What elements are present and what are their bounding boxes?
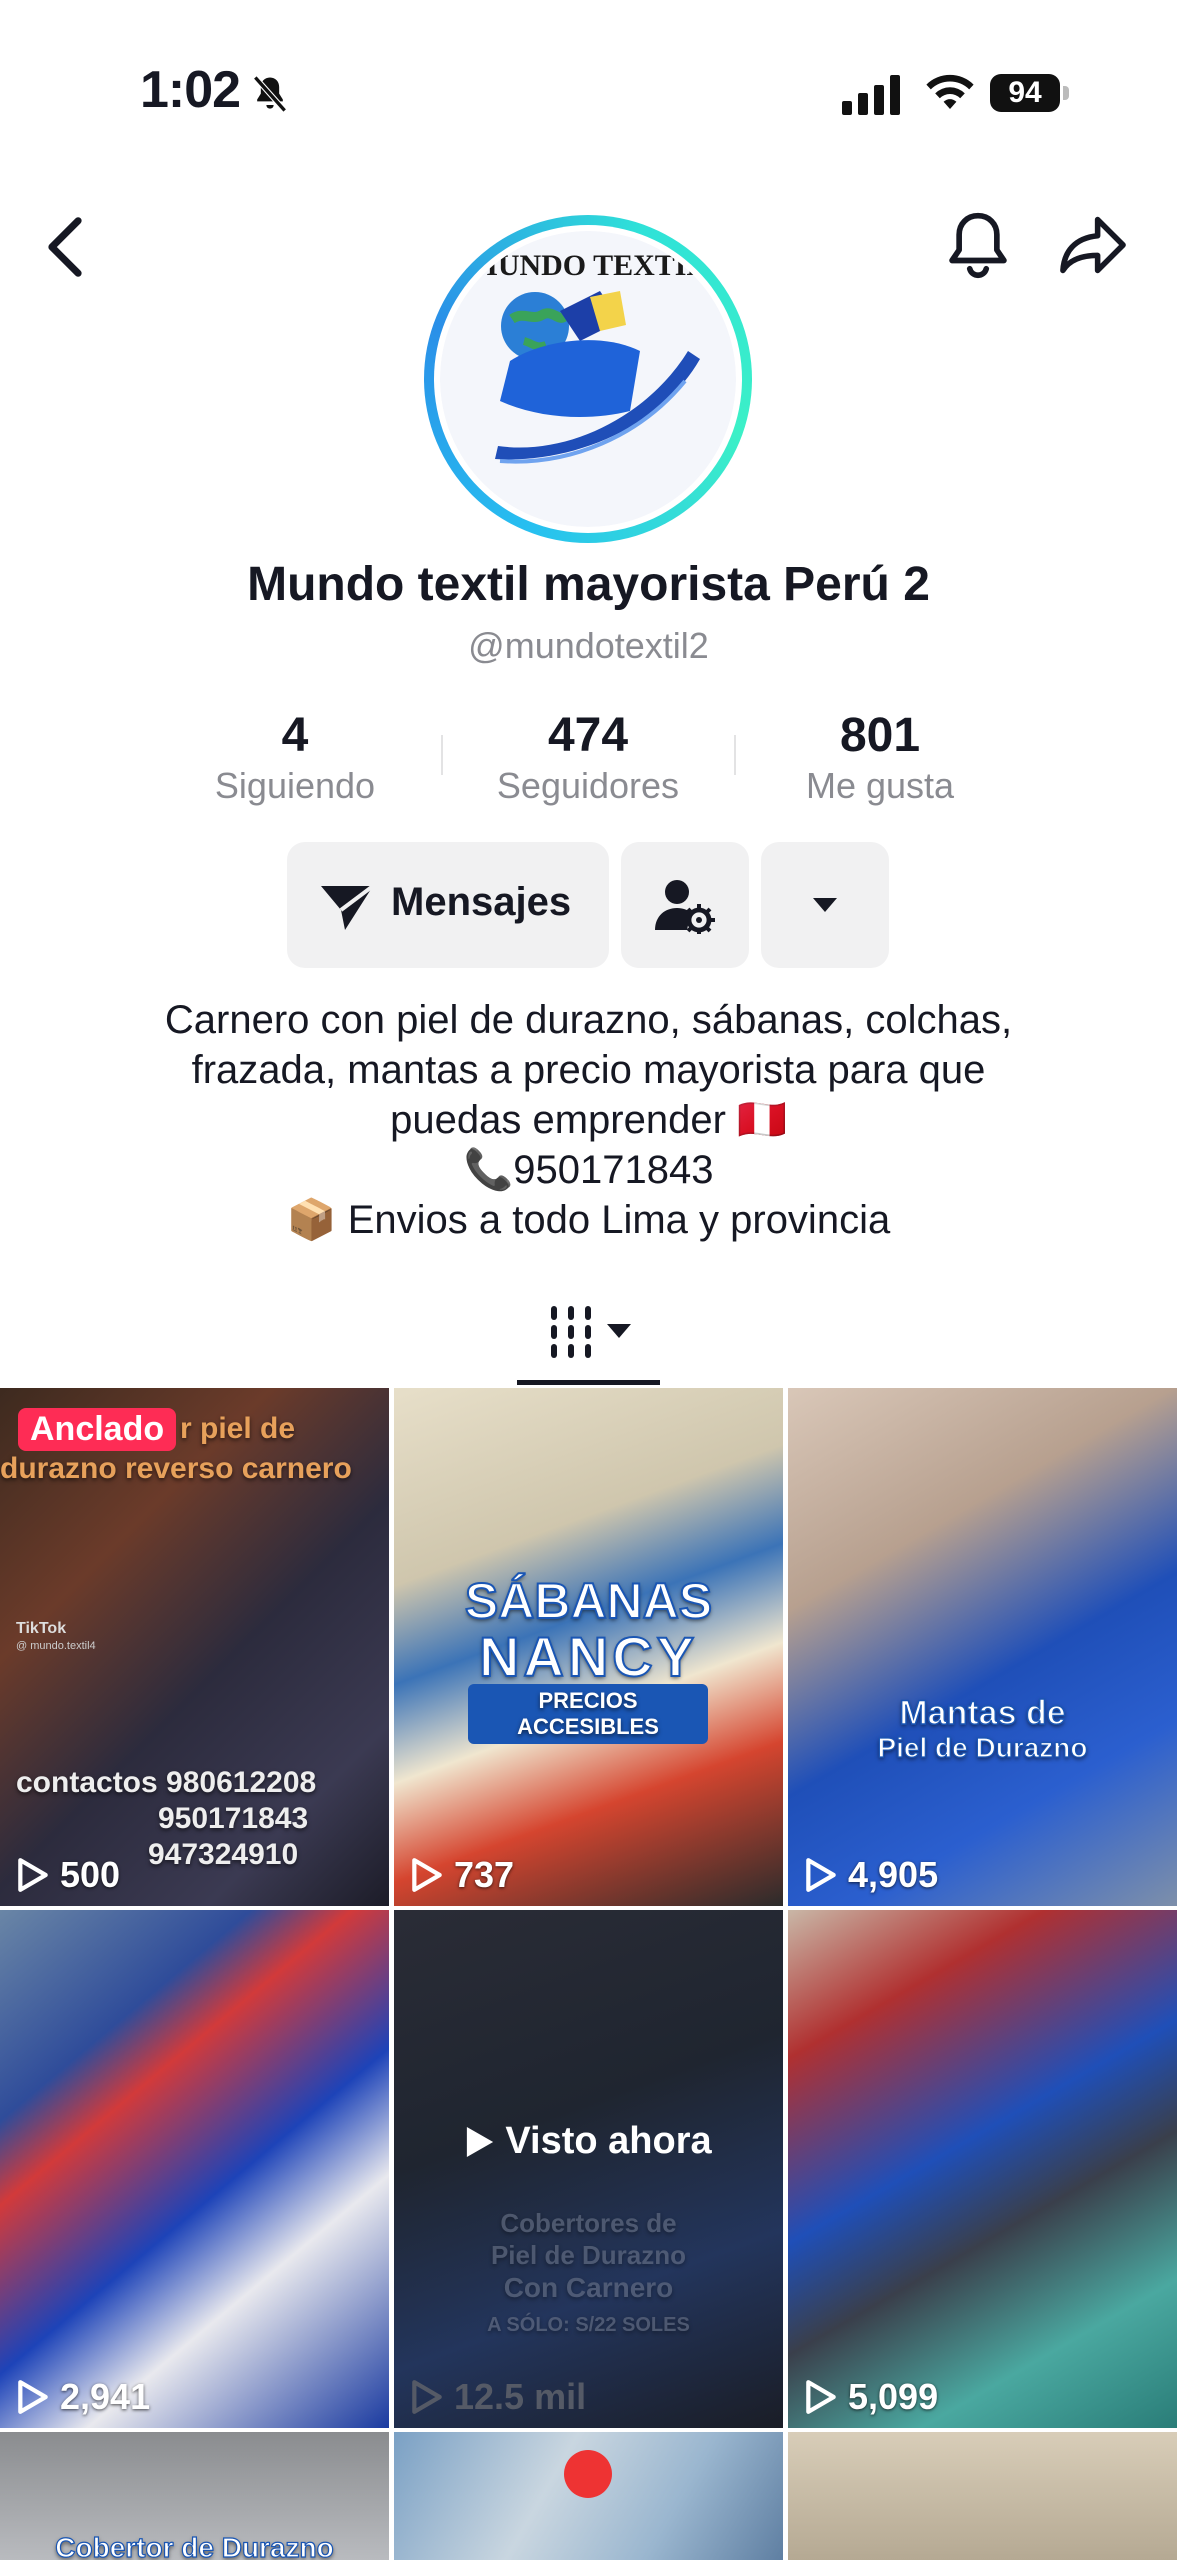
caret-down-icon: [607, 1324, 631, 1338]
bio-line: puedas emprender 🇵🇪: [390, 1098, 787, 1142]
bio-line: 📦 Envios a todo Lima y provincia: [286, 1198, 891, 1242]
view-count-value: 2,941: [60, 2376, 151, 2417]
video-overlay-text: r piel de: [180, 1412, 296, 1445]
video-overlay-text: contactos 980612208: [16, 1766, 317, 1799]
watched-now-label: Visto ahora: [394, 2120, 783, 2163]
video-overlay-text: Cobertores de: [500, 2208, 677, 2238]
wifi-icon: [926, 74, 974, 109]
divider: [734, 735, 736, 775]
avatar[interactable]: MUNDO TEXTIL: [440, 231, 736, 527]
video-overlay-text: NANCY: [478, 1624, 699, 1689]
share-icon[interactable]: [1056, 212, 1130, 278]
play-icon: [18, 1858, 48, 1892]
video-overlay-text: Con Carnero: [503, 2272, 674, 2303]
play-icon: [806, 2380, 836, 2414]
messages-label: Mensajes: [391, 880, 572, 924]
status-time: 1:02: [140, 61, 241, 119]
stat-value: 4: [281, 709, 309, 762]
bio-line: Carnero con piel de durazno, sábanas, co…: [164, 998, 1013, 1042]
view-count-value: 500: [60, 1854, 121, 1895]
santa-sticker: [564, 2450, 612, 2498]
watched-now-text: Visto ahora: [505, 2120, 712, 2162]
send-icon: [321, 884, 375, 930]
stat-following[interactable]: 4 Siguiendo: [165, 708, 425, 808]
stat-likes[interactable]: 801 Me gusta: [750, 708, 1010, 808]
play-icon: [467, 2126, 494, 2157]
play-icon: [412, 1858, 442, 1892]
video-tile[interactable]: 5,099: [788, 1910, 1177, 2428]
video-tile[interactable]: Cobertor de Durazno: [0, 2432, 389, 2560]
view-count: 12.5 mil: [410, 2376, 586, 2418]
video-overlay-text: 950171843: [158, 1802, 309, 1835]
bio-line[interactable]: 📞950171843: [80, 1145, 1097, 1195]
video-tile[interactable]: 2,941: [0, 1910, 389, 2428]
video-overlay-text: SÁBANAS: [464, 1572, 713, 1630]
grid-icon: [551, 1306, 591, 1358]
video-tile[interactable]: Visto ahora Cobertores de Piel de Durazn…: [394, 1910, 783, 2428]
profile-handle: @mundotextil2: [468, 625, 709, 666]
stat-value: 801: [839, 709, 921, 762]
bell-icon[interactable]: [945, 208, 1011, 280]
battery-icon: 94: [990, 72, 1072, 116]
user-settings-button[interactable]: [621, 842, 749, 968]
view-count-value: 5,099: [848, 2376, 939, 2417]
play-icon: [412, 2380, 442, 2414]
stat-label: Me gusta: [805, 765, 955, 806]
divider: [441, 735, 443, 775]
caret-down-icon: [813, 898, 837, 912]
battery-level: 94: [990, 74, 1060, 112]
video-tile[interactable]: [788, 2432, 1177, 2560]
view-count-value: 737: [454, 1854, 515, 1895]
user-settings-icon: [655, 880, 715, 934]
bell-muted-icon: [253, 75, 287, 113]
back-icon[interactable]: [38, 212, 92, 282]
signal-icon: [842, 75, 900, 115]
stat-value: 474: [547, 709, 629, 762]
video-overlay-text: 947324910: [148, 1838, 299, 1871]
video-tile[interactable]: SÁBANAS NANCY PRECIOS ACCESIBLES 737: [394, 1388, 783, 1906]
stat-label: Siguiendo: [214, 765, 376, 806]
view-count: 500: [16, 1854, 120, 1896]
video-tile[interactable]: Anclado r piel de durazno reverso carner…: [0, 1388, 389, 1906]
play-icon: [806, 1858, 836, 1892]
stat-followers[interactable]: 474 Seguidores: [458, 708, 718, 808]
bio-line: frazada, mantas a precio mayorista para …: [191, 1048, 986, 1092]
view-count-value: 12.5 mil: [454, 2376, 587, 2417]
tab-videos[interactable]: [517, 1290, 660, 1386]
video-overlay-text: PRECIOS ACCESIBLES: [468, 1684, 708, 1744]
pinned-badge: Anclado: [18, 1408, 177, 1451]
video-overlay-text: A SÓLO: S/22 SOLES: [487, 2314, 690, 2336]
stat-label: Seguidores: [496, 765, 680, 806]
more-options-button[interactable]: [761, 842, 889, 968]
play-icon: [18, 2380, 48, 2414]
watermark-user: @ mundo.textil4: [16, 1640, 96, 1652]
video-tile[interactable]: Mantas de Piel de Durazno 4,905: [788, 1388, 1177, 1906]
video-overlay-text: Piel de Durazno: [877, 1731, 1088, 1763]
view-count: 5,099: [804, 2376, 938, 2418]
video-overlay-text: Piel de Durazno: [490, 2240, 687, 2270]
tiktok-watermark: TikTok: [16, 1620, 67, 1637]
view-count: 737: [410, 1854, 514, 1896]
view-count-value: 4,905: [848, 1854, 939, 1895]
view-count: 2,941: [16, 2376, 150, 2418]
tab-indicator: [517, 1380, 660, 1385]
video-overlay-text: Mantas de: [899, 1693, 1067, 1733]
profile-name: Mundo textil mayorista Perú 2: [247, 558, 930, 611]
messages-button[interactable]: Mensajes: [287, 842, 609, 968]
video-overlay-text: durazno reverso carnero: [0, 1452, 352, 1485]
video-overlay-text: Cobertor de Durazno: [55, 2531, 335, 2560]
video-tile[interactable]: [394, 2432, 783, 2560]
view-count: 4,905: [804, 1854, 938, 1896]
bio: Carnero con piel de durazno, sábanas, co…: [80, 995, 1097, 1245]
